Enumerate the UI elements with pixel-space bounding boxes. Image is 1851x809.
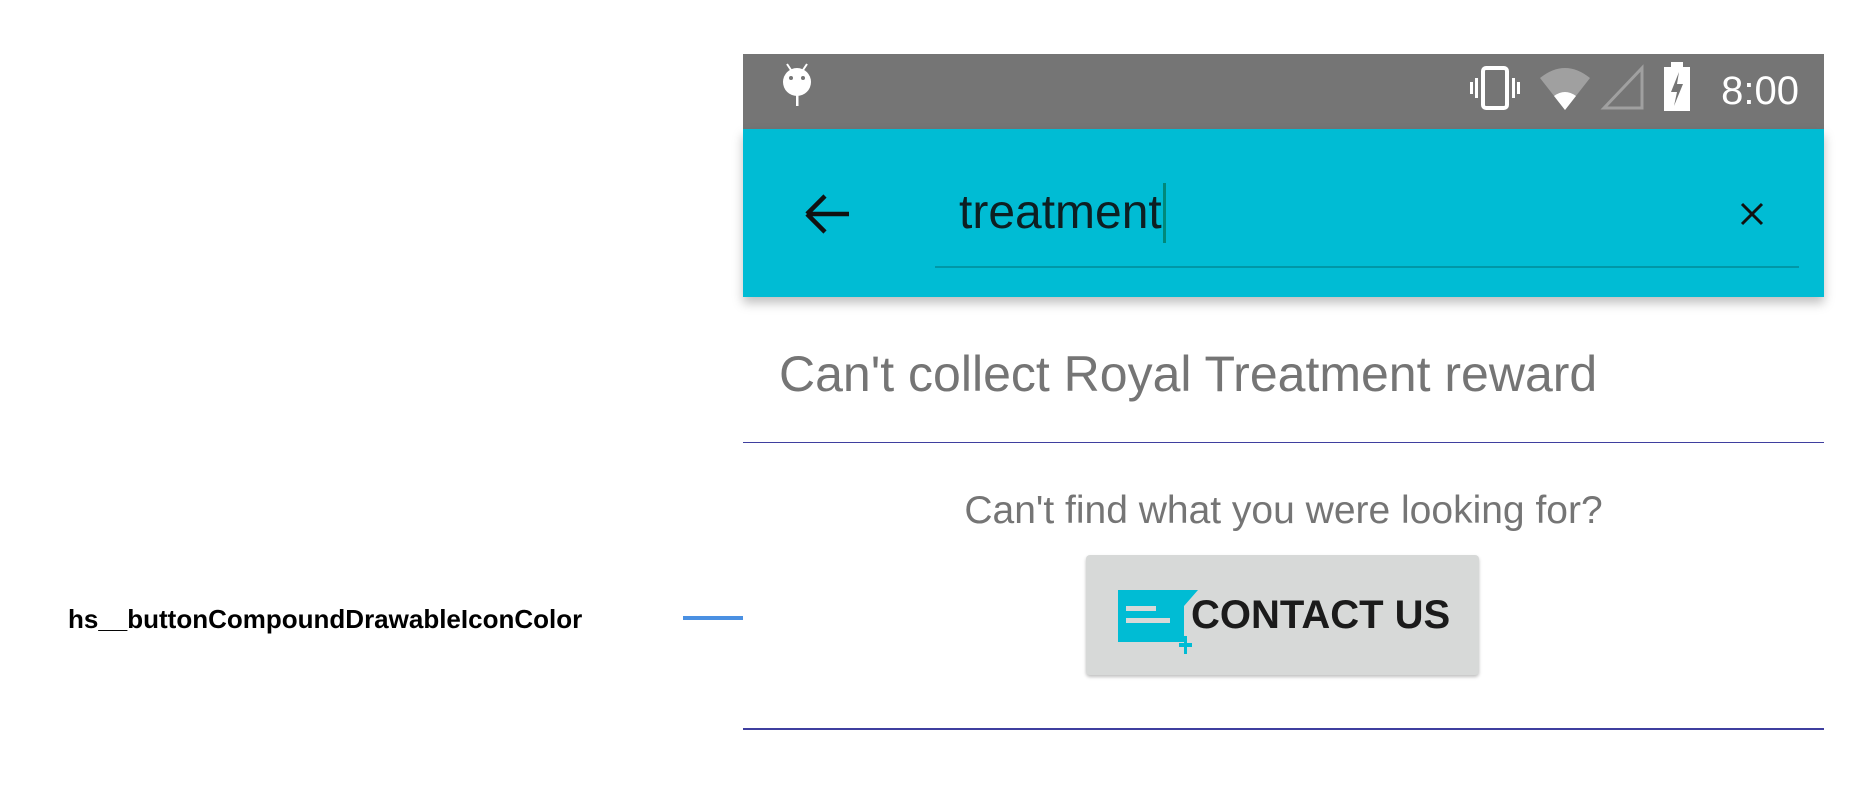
- not-found-prompt: Can't find what you were looking for?: [964, 489, 1603, 532]
- divider: [743, 728, 1824, 730]
- search-toolbar: treatment: [743, 129, 1824, 297]
- wifi-icon: [1540, 68, 1590, 110]
- search-input[interactable]: treatment: [959, 183, 1166, 243]
- phone-screen: 8:00 treatment Can't collect Royal Treat…: [743, 54, 1824, 809]
- search-input-underline: [935, 266, 1799, 268]
- battery-charging-icon: [1664, 62, 1690, 111]
- text-caret: [1162, 183, 1166, 243]
- arrow-left-icon[interactable]: [803, 189, 853, 239]
- search-result-item[interactable]: Can't collect Royal Treatment reward: [779, 344, 1597, 404]
- cell-signal-icon: [1600, 64, 1644, 110]
- new-conversation-icon: [1118, 590, 1198, 654]
- annotation-label: hs__buttonCompoundDrawableIconColor: [68, 604, 583, 634]
- status-time: 8:00: [1721, 69, 1799, 113]
- vibrate-icon: [1470, 66, 1520, 110]
- close-icon[interactable]: [1739, 201, 1765, 227]
- status-bar: 8:00: [743, 54, 1824, 129]
- contact-us-button[interactable]: CONTACT US: [1086, 555, 1479, 675]
- search-value: treatment: [959, 186, 1162, 239]
- contact-us-label: CONTACT US: [1191, 593, 1451, 637]
- divider: [743, 442, 1824, 443]
- android-debug-icon: [783, 63, 811, 106]
